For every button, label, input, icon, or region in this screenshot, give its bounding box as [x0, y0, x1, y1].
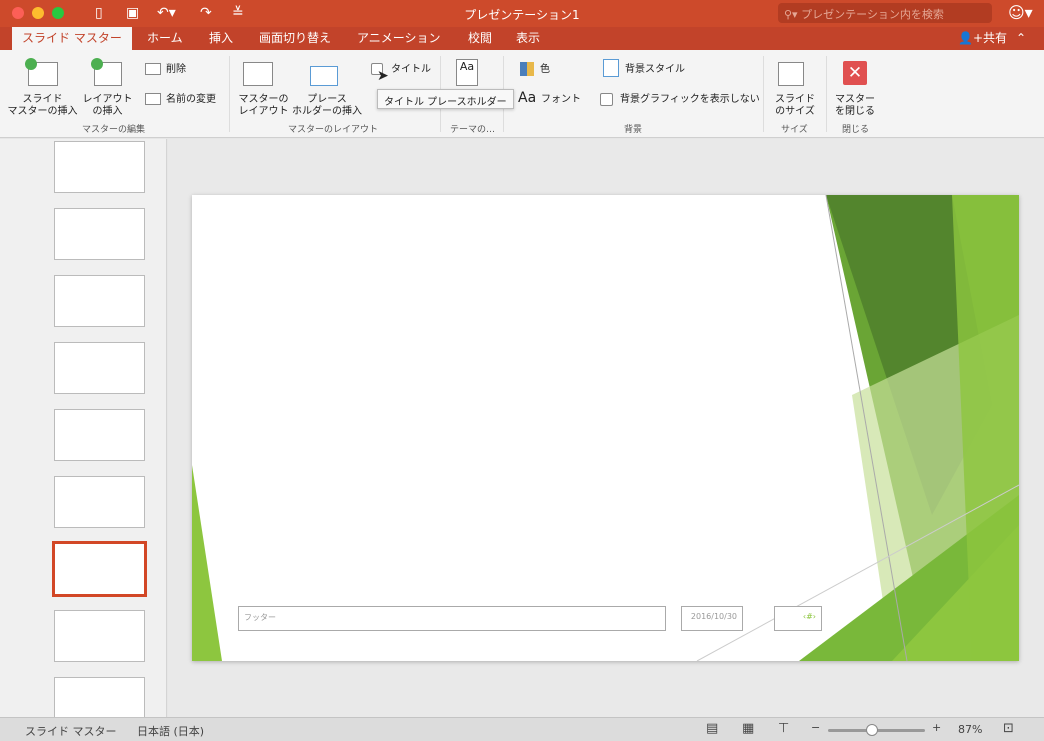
divider — [763, 56, 764, 132]
zoom-percentage[interactable]: 87% — [958, 723, 982, 736]
delete-icon — [145, 63, 161, 75]
layout-thumbnail[interactable] — [54, 677, 145, 717]
group-label-size: サイズ — [781, 125, 808, 135]
smiley-feedback-icon[interactable]: ☺▾ — [1008, 3, 1033, 22]
rename-button[interactable]: 名前の変更 — [166, 94, 216, 106]
tab-home[interactable]: ホーム — [147, 27, 183, 50]
layout-thumbnail[interactable] — [54, 275, 145, 327]
title-bar: ▯ ▣ ↶▾ ↷ ≚ プレゼンテーション1 ⚲▾ プレゼンテーション内を検索 ☺… — [0, 0, 1044, 27]
group-label-close: 閉じる — [842, 125, 870, 135]
tab-view[interactable]: 表示 — [516, 27, 540, 50]
master-layout-icon — [243, 62, 273, 86]
fonts-icon: Aa — [518, 90, 537, 106]
normal-view-icon[interactable]: ▤ — [706, 721, 718, 736]
group-label-edit: マスターの編集 — [82, 125, 146, 135]
layout-thumbnail-selected[interactable] — [52, 541, 147, 597]
background-styles-button[interactable]: 背景スタイル — [625, 64, 685, 76]
green-decoration — [192, 195, 1019, 661]
slide-number-placeholder[interactable]: ‹#› — [774, 606, 822, 631]
plus-badge-icon — [25, 58, 37, 70]
divider — [826, 56, 827, 132]
insert-placeholder-button[interactable]: プレース ホルダーの挿入 — [292, 94, 362, 118]
collapse-ribbon-button[interactable]: ⌃ — [1016, 27, 1026, 50]
mouse-cursor-icon: ➤ — [377, 68, 389, 84]
insert-layout-button[interactable]: レイアウト の挿入 — [80, 94, 135, 118]
slideshow-icon[interactable]: ⊤ — [778, 721, 789, 736]
search-placeholder: プレゼンテーション内を検索 — [801, 8, 944, 21]
hide-background-label: 背景グラフィックを表示しない — [620, 94, 760, 105]
layout-thumbnail[interactable] — [54, 141, 145, 193]
fonts-button[interactable]: フォント — [541, 94, 581, 106]
slide-sorter-icon[interactable]: ▦ — [742, 721, 754, 736]
status-bar: スライド マスター 日本語 (日本) ▤ ▦ ⊤ − + 87% ⊡ — [0, 717, 1044, 741]
shape — [192, 465, 222, 661]
tab-animations[interactable]: アニメーション — [357, 27, 441, 50]
background-styles-icon — [603, 59, 619, 77]
close-master-icon: ✕ — [843, 61, 867, 85]
ribbon-tabs: スライド マスター ホーム 挿入 画面切り替え アニメーション 校閲 表示 👤+… — [0, 27, 1044, 50]
hide-background-checkbox[interactable] — [600, 93, 613, 106]
tab-transitions[interactable]: 画面切り替え — [259, 27, 331, 50]
zoom-in-button[interactable]: + — [932, 721, 941, 734]
ribbon: スライド マスターの挿入 レイアウト の挿入 削除 名前の変更 マスターの編集 … — [0, 50, 1044, 138]
add-person-icon: 👤+ — [958, 31, 983, 45]
language-status[interactable]: 日本語 (日本) — [137, 723, 204, 739]
date-placeholder[interactable]: 2016/10/30 — [681, 606, 743, 631]
tab-review[interactable]: 校閲 — [468, 27, 492, 50]
themes-icon[interactable]: Aa — [456, 59, 478, 86]
zoom-out-button[interactable]: − — [811, 721, 820, 734]
zoom-slider-knob[interactable] — [865, 724, 878, 736]
slide-layout[interactable]: フッター 2016/10/30 ‹#› — [192, 195, 1019, 661]
plus-badge-icon — [91, 58, 103, 70]
title-checkbox-label: タイトル — [391, 64, 431, 75]
group-label-themes: テーマの… — [450, 125, 496, 135]
layout-thumbnail[interactable] — [54, 208, 145, 260]
insert-placeholder-icon — [310, 66, 338, 86]
layout-thumbnail[interactable] — [54, 476, 145, 528]
thumbnail-pane[interactable] — [0, 139, 167, 717]
zoom-slider[interactable] — [828, 724, 925, 736]
tab-slide-master[interactable]: スライド マスター — [12, 27, 132, 50]
search-input[interactable]: ⚲▾ プレゼンテーション内を検索 — [778, 3, 992, 23]
search-icon: ⚲▾ — [784, 8, 802, 21]
tab-insert[interactable]: 挿入 — [209, 27, 233, 50]
footer-placeholder[interactable]: フッター — [238, 606, 666, 631]
view-status: スライド マスター — [25, 725, 117, 738]
divider — [229, 56, 230, 132]
slide-size-button[interactable]: スライド のサイズ — [770, 94, 820, 118]
delete-button[interactable]: 削除 — [166, 64, 186, 76]
group-label-layout: マスターのレイアウト — [288, 125, 379, 135]
group-label-background: 背景 — [624, 125, 643, 135]
slide-size-icon — [778, 62, 804, 86]
slide-canvas: フッター 2016/10/30 ‹#› — [168, 139, 1044, 717]
layout-thumbnail[interactable] — [54, 409, 145, 461]
layout-thumbnail[interactable] — [54, 610, 145, 662]
insert-slide-master-button[interactable]: スライド マスターの挿入 — [5, 94, 80, 118]
rename-icon — [145, 93, 161, 105]
layout-thumbnail[interactable] — [54, 342, 145, 394]
fit-to-window-icon[interactable]: ⊡ — [1003, 721, 1014, 736]
share-button[interactable]: 👤+共有 — [958, 27, 1007, 50]
share-label: 共有 — [983, 31, 1008, 45]
colors-button[interactable]: 色 — [540, 64, 550, 76]
tooltip: タイトル プレースホルダー — [377, 89, 514, 109]
master-layout-button[interactable]: マスターの レイアウト — [236, 94, 291, 118]
close-master-button[interactable]: マスター を閉じる — [830, 94, 880, 118]
colors-icon — [520, 62, 534, 76]
